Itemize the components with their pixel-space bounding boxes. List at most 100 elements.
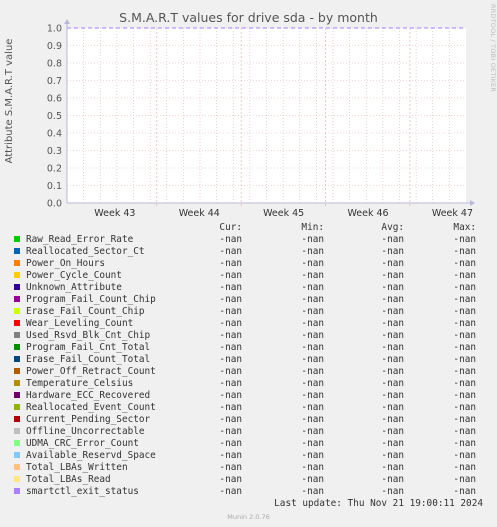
legend-swatch: [14, 428, 20, 434]
legend-value-cur: -nan: [219, 414, 242, 425]
legend-value-max: -nan: [453, 318, 476, 329]
legend-row: Hardware_ECC_Recovered -nan -nan -nan -nan: [14, 390, 484, 402]
legend-value-cur: -nan: [219, 282, 242, 293]
legend-value-avg: -nan: [381, 426, 404, 437]
legend-row: Available_Reservd_Space -nan -nan -nan -nan: [14, 450, 484, 462]
x-tick-label: Week 43: [94, 208, 135, 219]
legend-value-avg: -nan: [381, 318, 404, 329]
legend-series-name: Power_Off_Retract_Count: [26, 366, 156, 377]
legend-header-row: Cur: Min: Avg: Max:: [14, 222, 484, 234]
y-tick-label: 0.4: [47, 129, 62, 140]
legend-series-name: Total_LBAs_Written: [26, 462, 128, 473]
legend-value-cur: -nan: [219, 318, 242, 329]
legend-value-cur: -nan: [219, 258, 242, 269]
legend-series-name: Erase_Fail_Count_Chip: [26, 306, 145, 317]
legend-value-min: -nan: [301, 486, 324, 497]
legend-series-name: Current_Pending_Sector: [26, 414, 151, 425]
legend-value-max: -nan: [453, 234, 476, 245]
legend-value-max: -nan: [453, 258, 476, 269]
legend-swatch: [14, 260, 20, 266]
legend-row: Erase_Fail_Count_Total -nan -nan -nan -nan: [14, 354, 484, 366]
legend-value-cur: -nan: [219, 378, 242, 389]
legend-series-name: Program_Fail_Cnt_Total: [26, 342, 151, 353]
legend-value-min: -nan: [301, 306, 324, 317]
x-tick-label: Week 44: [179, 208, 220, 219]
y-tick-label: 0.3: [47, 146, 62, 157]
legend-value-min: -nan: [301, 450, 324, 461]
x-tick-label: Week 46: [347, 208, 388, 219]
legend-value-min: -nan: [301, 234, 324, 245]
legend-value-avg: -nan: [381, 378, 404, 389]
legend-value-cur: -nan: [219, 390, 242, 401]
legend-value-max: -nan: [453, 462, 476, 473]
x-tick-label: Week 45: [263, 208, 304, 219]
legend-value-min: -nan: [301, 318, 324, 329]
legend-row: Power_Off_Retract_Count -nan -nan -nan -nan: [14, 366, 484, 378]
legend-value-cur: -nan: [219, 366, 242, 377]
header-min: Min:: [301, 222, 324, 233]
legend-series-name: Reallocated_Event_Count: [26, 402, 156, 413]
y-tick-label: 0.1: [47, 181, 62, 192]
legend-value-avg: -nan: [381, 306, 404, 317]
legend-row: Raw_Read_Error_Rate -nan -nan -nan -nan: [14, 234, 484, 246]
legend-value-cur: -nan: [219, 330, 242, 341]
legend-series-name: Unknown_Attribute: [26, 282, 122, 293]
legend-swatch: [14, 368, 20, 374]
legend-value-max: -nan: [453, 294, 476, 305]
legend-swatch: [14, 476, 20, 482]
legend: Cur: Min: Avg: Max: Raw_Read_Error_Rate -…: [14, 222, 484, 498]
legend-value-max: -nan: [453, 342, 476, 353]
legend-value-avg: -nan: [381, 414, 404, 425]
legend-row: smartctl_exit_status -nan -nan -nan -nan: [14, 486, 484, 498]
legend-swatch: [14, 452, 20, 458]
legend-value-max: -nan: [453, 438, 476, 449]
legend-swatch: [14, 416, 20, 422]
legend-value-avg: -nan: [381, 462, 404, 473]
header-cur: Cur:: [219, 222, 242, 233]
legend-series-name: Used_Rsvd_Blk_Cnt_Chip: [26, 330, 151, 341]
y-axis-label: Attribute S.M.A.R.T value: [4, 38, 15, 164]
legend-value-max: -nan: [453, 330, 476, 341]
legend-value-max: -nan: [453, 486, 476, 497]
legend-value-max: -nan: [453, 450, 476, 461]
legend-row: Reallocated_Event_Count -nan -nan -nan -nan: [14, 402, 484, 414]
legend-swatch: [14, 380, 20, 386]
header-max: Max:: [453, 222, 476, 233]
legend-value-min: -nan: [301, 366, 324, 377]
legend-value-min: -nan: [301, 354, 324, 365]
legend-value-max: -nan: [453, 426, 476, 437]
legend-swatch: [14, 308, 20, 314]
munin-version: Munin 2.0.76: [227, 513, 270, 521]
legend-row: Unknown_Attribute -nan -nan -nan -nan: [14, 282, 484, 294]
legend-swatch: [14, 272, 20, 278]
legend-value-avg: -nan: [381, 330, 404, 341]
legend-row: Total_LBAs_Written -nan -nan -nan -nan: [14, 462, 484, 474]
legend-row: Program_Fail_Count_Chip -nan -nan -nan -nan: [14, 294, 484, 306]
legend-series-name: UDMA_CRC_Error_Count: [26, 438, 139, 449]
x-tick-label: Week 47: [432, 208, 473, 219]
legend-series-name: Offline_Uncorrectable: [26, 426, 145, 437]
legend-series-name: smartctl_exit_status: [26, 486, 139, 497]
legend-value-max: -nan: [453, 402, 476, 413]
legend-value-max: -nan: [453, 414, 476, 425]
legend-swatch: [14, 440, 20, 446]
legend-series-name: Power_Cycle_Count: [26, 270, 122, 281]
last-update: Last update: Thu Nov 21 19:00:11 2024: [274, 498, 483, 509]
legend-value-min: -nan: [301, 438, 324, 449]
legend-swatch: [14, 344, 20, 350]
y-tick-label: 0.7: [47, 76, 62, 87]
legend-row: Used_Rsvd_Blk_Cnt_Chip -nan -nan -nan -nan: [14, 330, 484, 342]
legend-series-name: Available_Reservd_Space: [26, 450, 156, 461]
legend-row: Power_On_Hours -nan -nan -nan -nan: [14, 258, 484, 270]
legend-value-min: -nan: [301, 294, 324, 305]
legend-value-avg: -nan: [381, 294, 404, 305]
legend-value-cur: -nan: [219, 294, 242, 305]
legend-swatch: [14, 404, 20, 410]
legend-value-max: -nan: [453, 246, 476, 257]
legend-series-name: Temperature_Celsius: [26, 378, 134, 389]
legend-value-cur: -nan: [219, 270, 242, 281]
legend-series-name: Erase_Fail_Count_Total: [26, 354, 151, 365]
legend-row: Erase_Fail_Count_Chip -nan -nan -nan -nan: [14, 306, 484, 318]
x-axis-arrow: [470, 200, 475, 206]
legend-series-name: Raw_Read_Error_Rate: [26, 234, 134, 245]
